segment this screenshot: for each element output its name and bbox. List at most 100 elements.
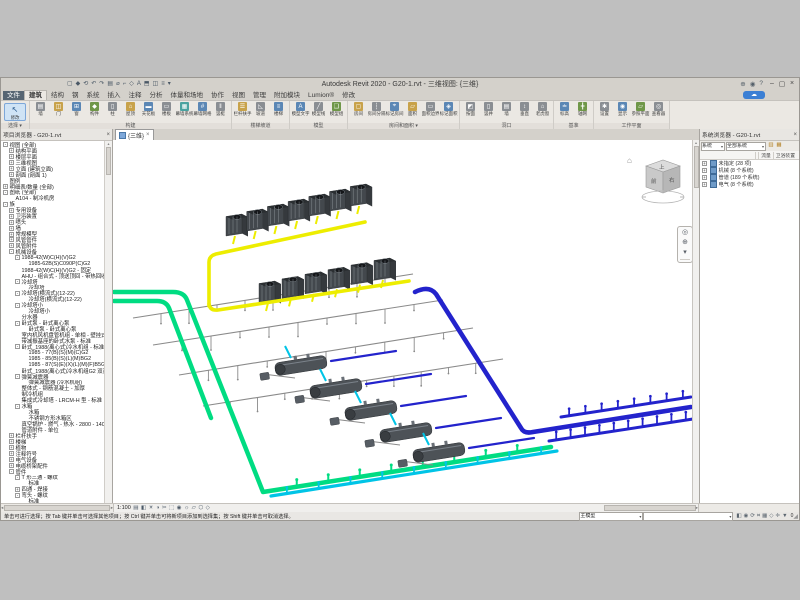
ribbon-button[interactable]: ↕ 垂直 <box>516 102 533 116</box>
tree-expander-icon[interactable]: + <box>9 439 14 444</box>
design-option-combo[interactable]: 主模型▾ <box>579 512 643 521</box>
tree-expander-icon[interactable]: + <box>9 226 14 231</box>
tree-expander-icon[interactable] <box>22 356 27 361</box>
project-browser-hscrollbar[interactable]: ◂▸ <box>1 504 114 512</box>
system-browser-row[interactable]: + 未指定 (28 项) <box>700 160 799 167</box>
tree-expander-icon[interactable] <box>22 327 27 332</box>
tree-expander-icon[interactable]: - <box>3 142 8 147</box>
view-control-icon[interactable]: ☀ <box>149 505 154 511</box>
ribbon-button[interactable]: ◉ 显示 <box>614 102 631 116</box>
tree-expander-icon[interactable]: + <box>9 237 14 242</box>
ribbon-button[interactable]: ▢ 房间 <box>350 102 367 116</box>
drawing-area[interactable]: ⌂ 上 前 右 ◎⊕▾ <box>113 140 699 504</box>
navigation-bar-icon[interactable]: ⊕ <box>682 239 688 247</box>
ribbon-tab[interactable]: 管理 <box>249 91 270 100</box>
tree-expander-icon[interactable] <box>15 338 20 343</box>
ribbon-button[interactable]: ‖ 竖梃 <box>212 102 229 116</box>
ribbon-tab[interactable]: 附加模块 <box>270 91 304 100</box>
tree-item[interactable]: 集成式冷却塔 - LRCM-H 型 - 标准 <box>1 397 112 403</box>
view-tab-close-icon[interactable]: × <box>146 132 150 138</box>
close-icon[interactable]: × <box>106 132 110 138</box>
window-control-button[interactable]: × <box>787 80 797 88</box>
tree-expander-icon[interactable]: + <box>15 487 20 492</box>
project-browser-scrollbar[interactable]: ▴ <box>104 141 112 504</box>
modify-button[interactable]: ↖ 修改 <box>4 103 26 121</box>
window-control-button[interactable]: ▢ <box>777 80 787 88</box>
tree-expander-icon[interactable]: + <box>9 232 14 237</box>
tree-expander-icon[interactable] <box>22 481 27 486</box>
drawing-vertical-scrollbar[interactable]: ▴ <box>692 140 699 504</box>
tree-expander-icon[interactable]: + <box>3 184 8 189</box>
qat-icon[interactable]: ◫ <box>153 81 159 87</box>
system-browser-row[interactable]: + 机械 (8 个系统) <box>700 167 799 174</box>
tree-expander-icon[interactable]: - <box>3 190 8 195</box>
status-icon[interactable]: ◧ <box>736 513 741 519</box>
tree-expander-icon[interactable] <box>22 380 27 385</box>
ribbon-button[interactable]: ☰ 栏杆扶手 <box>234 102 251 116</box>
qat-icon[interactable]: ⬒ <box>144 81 150 87</box>
tree-expander-icon[interactable]: + <box>9 457 14 462</box>
view-control-icon[interactable]: ◑ <box>156 505 159 511</box>
tree-expander-icon[interactable]: + <box>9 445 14 450</box>
view-control-icon[interactable]: ◧ <box>141 505 146 511</box>
ribbon-tab[interactable]: 文件 <box>3 91 24 100</box>
system-browser-row[interactable]: + 电气 (8 个系统) <box>700 181 799 188</box>
tree-expander-icon[interactable]: + <box>702 182 707 187</box>
ribbon-tab[interactable]: 结构 <box>47 91 68 100</box>
tree-expander-icon[interactable]: + <box>702 168 707 173</box>
status-icon[interactable]: ◇ <box>769 513 773 519</box>
ribbon-tab[interactable]: 系统 <box>83 91 104 100</box>
titlebar-icon[interactable]: ? <box>759 80 763 88</box>
ribbon-button[interactable]: ╱ 模型线 <box>310 102 327 116</box>
status-icon[interactable]: ◉ <box>744 513 749 519</box>
ribbon-button[interactable]: ◈ 标记面积 <box>440 102 457 116</box>
status-icon[interactable]: ✛ <box>776 513 781 519</box>
tree-expander-icon[interactable]: + <box>9 154 14 159</box>
tree-expander-icon[interactable]: + <box>9 166 14 171</box>
view-control-icon[interactable]: ▤ <box>133 505 138 511</box>
qat-icon[interactable]: ↷ <box>99 81 104 87</box>
tree-expander-icon[interactable]: + <box>702 161 707 166</box>
3d-mep-model[interactable] <box>113 140 695 504</box>
ribbon-button[interactable]: ▤ 墙 <box>498 102 515 116</box>
viewcube[interactable]: ⌂ 上 前 右 <box>625 152 687 210</box>
ribbon-tab[interactable]: 体量和场地 <box>167 91 208 100</box>
tree-expander-icon[interactable]: - <box>15 291 20 296</box>
tree-expander-icon[interactable]: - <box>15 374 20 379</box>
ribbon-button[interactable]: ▬ 天花板 <box>140 102 157 116</box>
view-control-icon[interactable]: ◇ <box>206 505 210 511</box>
view-control-icon[interactable]: ☼ <box>184 505 189 511</box>
tree-expander-icon[interactable] <box>22 261 27 266</box>
tree-expander-icon[interactable]: - <box>15 344 20 349</box>
tree-expander-icon[interactable]: + <box>9 463 14 468</box>
tree-expander-icon[interactable]: + <box>9 208 14 213</box>
tree-expander-icon[interactable] <box>22 309 27 314</box>
tree-expander-icon[interactable]: - <box>15 279 20 284</box>
tree-expander-icon[interactable]: + <box>9 451 14 456</box>
ribbon-button[interactable]: ▱ 参照平面 <box>632 102 649 116</box>
ribbon-tab[interactable]: 建筑 <box>24 90 47 100</box>
tree-expander-icon[interactable] <box>15 386 20 391</box>
ribbon-tab[interactable]: 视图 <box>228 91 249 100</box>
ribbon-tab[interactable]: 协作 <box>207 91 228 100</box>
tree-expander-icon[interactable]: + <box>9 214 14 219</box>
status-icon[interactable]: ▦ <box>762 513 767 519</box>
tree-expander-icon[interactable] <box>15 392 20 397</box>
tree-expander-icon[interactable]: + <box>702 175 707 180</box>
view-tab-3d[interactable]: {三维} × <box>115 129 154 140</box>
tree-item[interactable]: 卧式_1988(离心式)冷水机组G2 双蒸发器 <box>1 368 112 374</box>
view-control-icon[interactable]: ▱ <box>192 505 196 511</box>
qat-icon[interactable]: ▾ <box>168 81 171 87</box>
ribbon-button[interactable]: ⌂ 屋顶 <box>122 102 139 116</box>
ribbon-button[interactable]: ▯ 竖井 <box>480 102 497 116</box>
tree-expander-icon[interactable]: + <box>9 220 14 225</box>
ribbon-tab[interactable]: 分析 <box>146 91 167 100</box>
tree-expander-icon[interactable] <box>9 196 14 201</box>
system-browser-tool-icon[interactable]: ▦ <box>775 142 783 150</box>
tree-expander-icon[interactable]: + <box>9 160 14 165</box>
tree-expander-icon[interactable]: + <box>9 172 14 177</box>
tree-expander-icon[interactable] <box>15 422 20 427</box>
view-control-icon[interactable]: ✂ <box>162 505 167 511</box>
tree-expander-icon[interactable] <box>15 332 20 337</box>
ribbon-tab[interactable]: 钢 <box>68 91 83 100</box>
